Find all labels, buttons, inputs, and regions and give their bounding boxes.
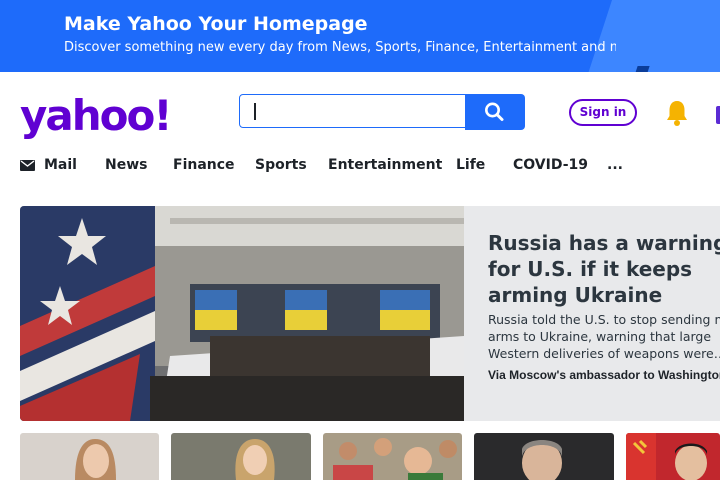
nav-item-mail[interactable]: Mail	[44, 157, 77, 173]
homepage-promo-banner[interactable]: Make Yahoo Your Homepage Discover someth…	[0, 0, 720, 72]
thumbnail-image	[474, 433, 614, 480]
hero-summary: Russia told the U.S. to stop sending mor…	[488, 312, 720, 361]
nav-item-news[interactable]: News	[105, 157, 147, 173]
story-thumbnail-5[interactable]	[626, 433, 720, 480]
yahoo-logo[interactable]: yahoo!	[20, 90, 172, 142]
mail-icon-partial[interactable]	[716, 106, 720, 124]
story-thumbnail-4[interactable]	[474, 433, 614, 480]
story-thumbnail-1[interactable]	[20, 433, 159, 480]
banner-title: Make Yahoo Your Homepage	[64, 13, 368, 35]
text-cursor	[254, 103, 256, 120]
thumbnail-image	[323, 433, 462, 480]
hero-story[interactable]: Russia has a warning for U.S. if it keep…	[20, 206, 720, 421]
hero-headline[interactable]: Russia has a warning for U.S. if it keep…	[488, 230, 720, 308]
thumbnail-image	[20, 433, 159, 480]
thumbnail-image	[626, 433, 720, 480]
story-thumbnail-2[interactable]	[171, 433, 311, 480]
sign-in-button[interactable]: Sign in	[569, 99, 637, 126]
story-thumbnail-3[interactable]	[323, 433, 462, 480]
banner-decoration	[588, 0, 720, 72]
nav-item-sports[interactable]: Sports	[255, 157, 307, 173]
hero-image[interactable]	[20, 206, 464, 421]
mail-icon	[20, 160, 35, 171]
search-input[interactable]	[250, 101, 454, 123]
thumbnail-image	[171, 433, 311, 480]
search-icon	[484, 102, 504, 121]
banner-decoration-accent	[634, 66, 650, 72]
bell-icon[interactable]	[664, 99, 690, 127]
nav-item-entertainment[interactable]: Entertainment	[328, 157, 442, 173]
nav-item-covid-19[interactable]: COVID-19	[513, 157, 588, 173]
nav-item-finance[interactable]: Finance	[173, 157, 235, 173]
nav-item-life[interactable]: Life	[456, 157, 485, 173]
nav-more-button[interactable]: ...	[607, 157, 623, 173]
hero-source-link[interactable]: Via Moscow's ambassador to Washington »	[488, 368, 720, 382]
search-button[interactable]	[465, 94, 525, 130]
banner-subtitle: Discover something new every day from Ne…	[64, 40, 616, 55]
